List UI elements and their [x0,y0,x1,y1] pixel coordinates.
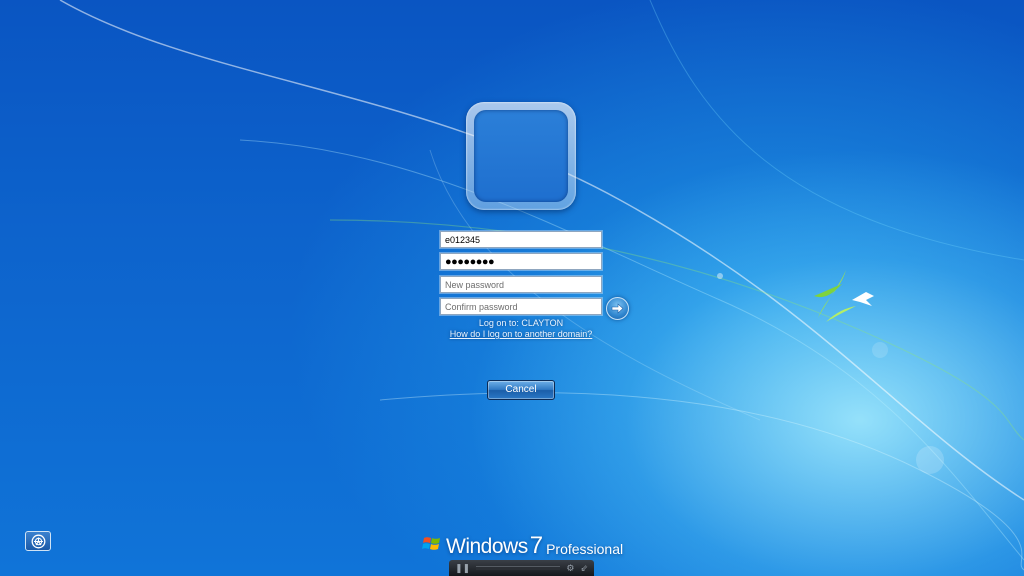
gear-icon[interactable]: ⚙ [566,563,574,573]
brand-edition: Professional [546,541,624,557]
windows-flag-icon [422,537,440,550]
user-picture [474,110,568,202]
cancel-button[interactable]: Cancel [487,380,555,400]
user-picture-frame [466,102,576,210]
logon-domain-label: Log on to: CLAYTON [478,318,564,328]
fullscreen-icon[interactable]: ⇙ [580,563,588,573]
leaf-birds-decoration [814,270,874,322]
brand-name: Windows [446,535,528,558]
submit-button[interactable] [606,297,629,320]
other-domain-link[interactable]: How do I log on to another domain? [420,329,622,339]
brand-version: 7 [529,532,544,559]
password-field[interactable] [439,252,603,271]
media-control-bar[interactable]: ❚❚ ⚙ ⇙ [449,560,594,576]
arrow-right-icon [611,303,624,314]
media-progress-track[interactable] [476,566,561,570]
ease-of-access-icon [31,534,45,548]
confirm-password-field[interactable] [439,297,603,316]
new-password-field[interactable] [439,275,603,294]
pause-icon[interactable]: ❚❚ [455,563,470,573]
username-field[interactable] [439,230,603,249]
windows-branding: Windows 7 Professional [422,530,623,558]
ease-of-access-button[interactable] [25,531,51,551]
